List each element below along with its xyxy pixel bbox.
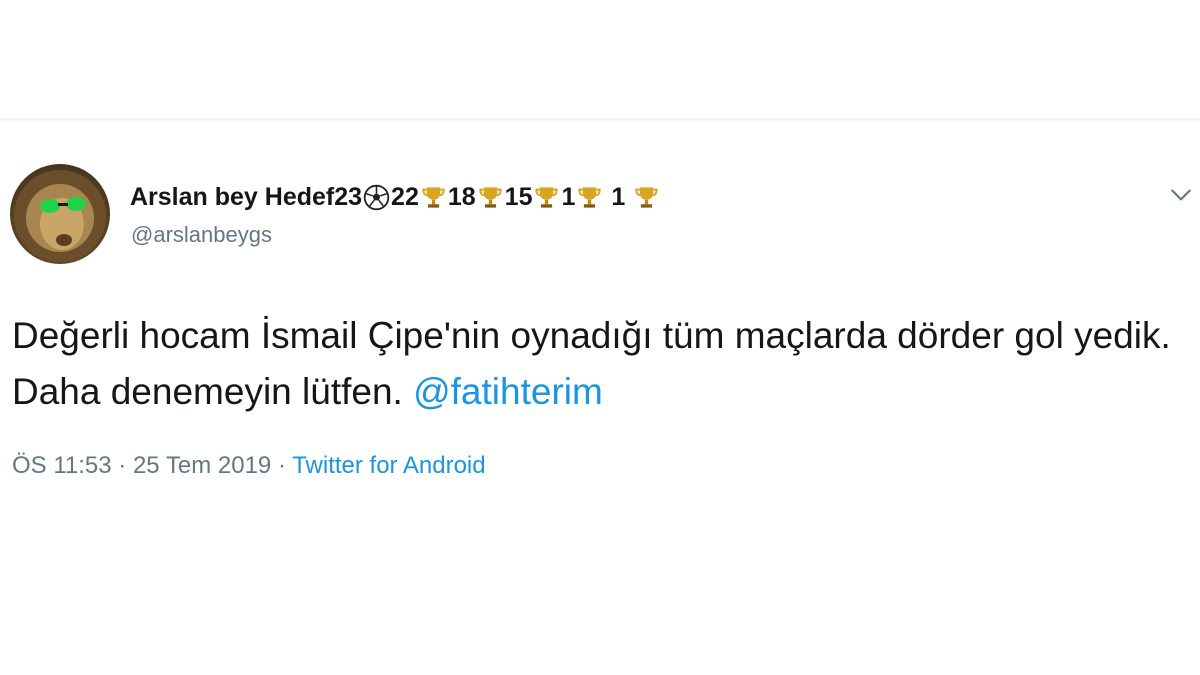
meta-separator: ·: [111, 452, 133, 479]
tweet-meta: ÖS 11:53 · 25 Tem 2019 · Twitter for And…: [12, 452, 486, 480]
display-name-text: Arslan bey Hedef23: [130, 182, 363, 211]
avatar[interactable]: [10, 164, 110, 264]
tweet-card: Arslan bey Hedef23 22 18 15 1 1 @arslanb…: [0, 122, 1200, 675]
trophy-icon: [576, 184, 603, 211]
trophy-icon: [533, 184, 560, 211]
soccer-ball-icon: [363, 184, 390, 211]
tweet-screenshot: Arslan bey Hedef23 22 18 15 1 1 @arslanb…: [0, 0, 1200, 675]
tweet-source-link[interactable]: Twitter for Android: [292, 452, 485, 479]
top-blank-area: [0, 0, 1200, 118]
tweet-date[interactable]: 25 Tem 2019: [133, 452, 271, 479]
user-handle[interactable]: @arslanbeygs: [131, 222, 272, 248]
tweet-time[interactable]: ÖS 11:53: [12, 452, 112, 479]
display-name-count-2: 18: [447, 182, 476, 211]
display-name-count-3: 15: [504, 182, 533, 211]
trophy-icon: [420, 184, 447, 211]
chevron-down-icon[interactable]: [1168, 182, 1194, 208]
display-name-count-1: 22: [391, 182, 419, 211]
display-name-count-4: 1: [561, 182, 576, 211]
display-name[interactable]: Arslan bey Hedef23 22 18 15 1 1: [130, 180, 661, 214]
trophy-icon: [477, 184, 504, 211]
display-name-count-5: 1: [604, 182, 633, 211]
trophy-icon: [633, 184, 660, 211]
tweet-text: Değerli hocam İsmail Çipe'nin oynadığı t…: [12, 308, 1182, 420]
meta-separator: ·: [271, 452, 293, 479]
mention-link[interactable]: @fatihterim: [413, 371, 603, 412]
